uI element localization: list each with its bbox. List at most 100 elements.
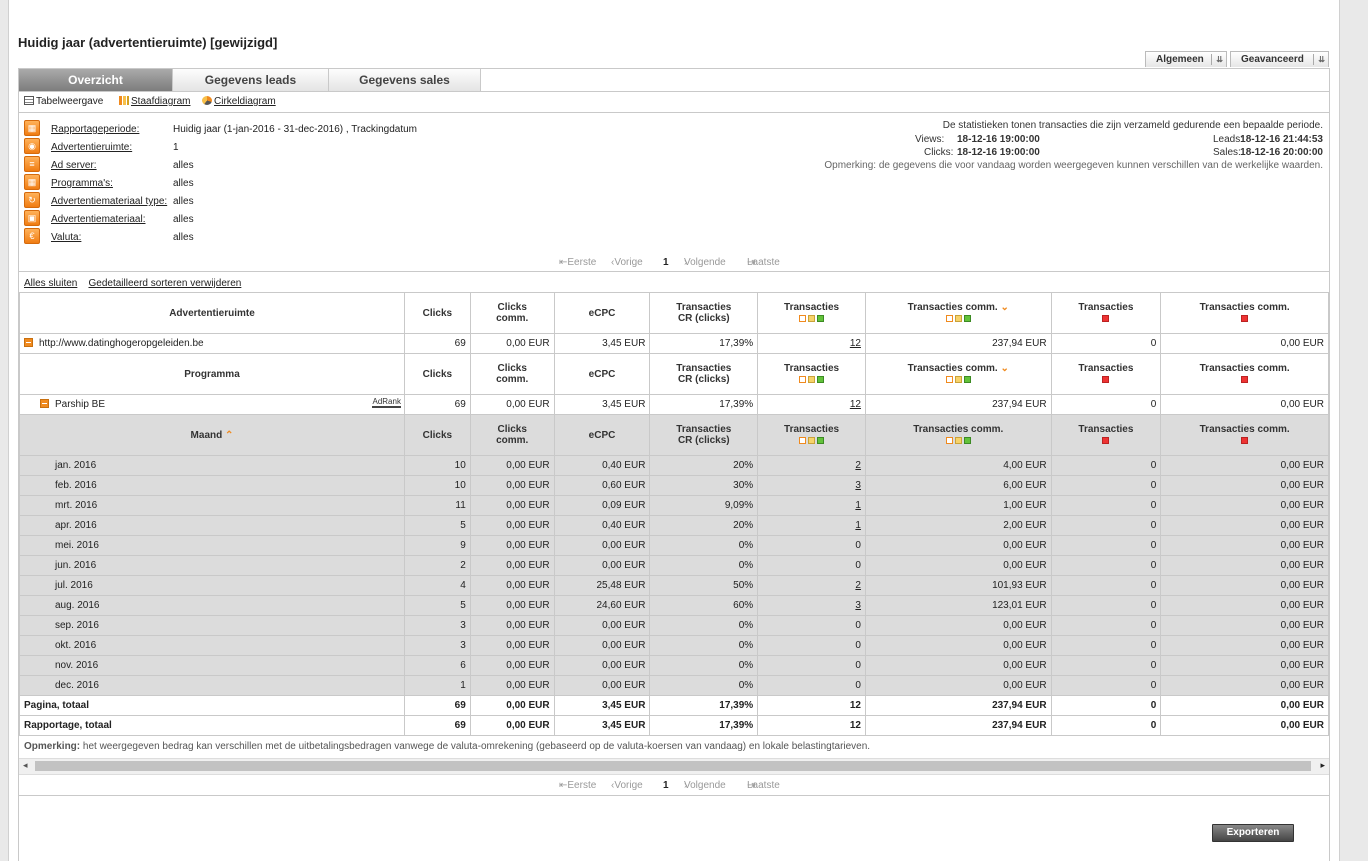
- col-clicks[interactable]: Clicks: [403, 414, 471, 456]
- pie-chart-link[interactable]: Cirkeldiagram: [202, 96, 276, 107]
- bar-chart-link[interactable]: Staafdiagram: [119, 96, 190, 107]
- col-adspace[interactable]: Advertentieruimte: [19, 292, 405, 334]
- export-button[interactable]: Exporteren: [1212, 824, 1294, 842]
- transactions-link[interactable]: 1: [855, 520, 861, 531]
- first-page-link[interactable]: ⇤ Eerste: [559, 257, 596, 268]
- tab-leads[interactable]: Gegevens leads: [173, 69, 329, 91]
- filter-label[interactable]: Rapportageperiode:: [51, 124, 139, 135]
- prev-page-link[interactable]: ‹ Vorige: [611, 257, 643, 268]
- collapse-icon[interactable]: [40, 399, 49, 408]
- filter-label[interactable]: Valuta:: [51, 232, 81, 243]
- approved-status-icon: [817, 375, 825, 383]
- col-trans-comm[interactable]: Transacties comm.: [864, 414, 1052, 456]
- cell: 0: [1050, 535, 1162, 556]
- col-clicks-comm[interactable]: Clicks comm.: [469, 414, 555, 456]
- col-clicks-comm[interactable]: Clicks comm.: [469, 353, 555, 395]
- col-trans[interactable]: Transacties: [757, 353, 866, 395]
- cell: sep. 2016: [19, 615, 405, 636]
- col-month[interactable]: Maand ⌃: [19, 414, 405, 456]
- transactions-link[interactable]: 12: [850, 338, 861, 349]
- col-trans-comm-rejected[interactable]: Transacties comm.: [1160, 292, 1329, 334]
- horizontal-scrollbar[interactable]: ◂ ▸: [19, 758, 1329, 775]
- scroll-right-icon[interactable]: ▸: [1320, 760, 1325, 771]
- col-clicks[interactable]: Clicks: [403, 353, 471, 395]
- remark: Opmerking: het weergegeven bedrag kan ve…: [24, 741, 871, 752]
- table-icon: [24, 96, 34, 105]
- cell: 30%: [649, 475, 759, 496]
- month-row: sep. 2016 3 0,00 EUR 0,00 EUR 0% 0 0,00 EUR 0 0,…: [19, 615, 1329, 636]
- cell: 0,00 EUR: [553, 535, 651, 556]
- cell: 12: [757, 715, 866, 736]
- col-ecpc[interactable]: eCPC: [553, 292, 651, 334]
- cell: 69: [403, 695, 471, 716]
- cell: 2: [757, 455, 866, 476]
- advanced-button[interactable]: Geavanceerd ⇊: [1230, 51, 1329, 67]
- filter-label[interactable]: Advertentieruimte:: [51, 142, 132, 153]
- cell: 1,00 EUR: [864, 495, 1052, 516]
- general-button[interactable]: Algemeen ⇊: [1145, 51, 1227, 67]
- filter-value: alles: [173, 196, 194, 207]
- approved-status-icon: [963, 375, 971, 383]
- cell: 0,00 EUR: [864, 555, 1052, 576]
- filter-label[interactable]: Advertentiemateriaal type:: [51, 196, 167, 207]
- first-page-link[interactable]: ⇤ Eerste: [559, 780, 596, 791]
- filter-value: alles: [173, 178, 194, 189]
- col-trans[interactable]: Transacties: [757, 292, 866, 334]
- col-trans-rejected[interactable]: Transacties: [1050, 414, 1162, 456]
- transactions-link[interactable]: 3: [855, 600, 861, 611]
- last-page-link[interactable]: Laatste ⇥: [747, 257, 780, 268]
- col-trans-comm-rejected[interactable]: Transacties comm.: [1160, 414, 1329, 456]
- col-ecpc[interactable]: eCPC: [553, 414, 651, 456]
- col-cr[interactable]: Transacties CR (clicks): [649, 353, 759, 395]
- scrollbar-thumb[interactable]: [35, 761, 1311, 771]
- transactions-link[interactable]: 1: [855, 500, 861, 511]
- collapse-icon[interactable]: [24, 338, 33, 347]
- next-page-link[interactable]: Volgende ›: [684, 780, 726, 791]
- tab-sales[interactable]: Gegevens sales: [329, 69, 481, 91]
- col-cr[interactable]: Transacties CR (clicks): [649, 292, 759, 334]
- col-trans-rejected[interactable]: Transacties: [1050, 292, 1162, 334]
- transactions-link[interactable]: 3: [855, 480, 861, 491]
- next-page-link[interactable]: Volgende ›: [684, 257, 726, 268]
- cell: 17,39%: [649, 333, 759, 354]
- rejected-status-icon: [1102, 375, 1110, 383]
- col-trans-comm-rejected[interactable]: Transacties comm.: [1160, 353, 1329, 395]
- cell: okt. 2016: [19, 635, 405, 656]
- cell: 0,40 EUR: [553, 515, 651, 536]
- adspace-name: http://www.datinghogeropgeleiden.be: [39, 338, 204, 349]
- transactions-link[interactable]: 2: [855, 580, 861, 591]
- table-view-option[interactable]: Tabelweergave: [24, 96, 103, 107]
- cell: 2: [757, 575, 866, 596]
- approved-status-icon: [963, 436, 971, 444]
- tab-overview[interactable]: Overzicht: [19, 69, 173, 91]
- adrank-badge[interactable]: AdRank: [372, 397, 401, 408]
- filter-label[interactable]: Programma's:: [51, 178, 113, 189]
- image-icon: ▣: [24, 210, 40, 226]
- cell: 0,00 EUR: [1160, 515, 1329, 536]
- prev-page-link[interactable]: ‹ Vorige: [611, 780, 643, 791]
- cell: 20%: [649, 515, 759, 536]
- last-page-link[interactable]: Laatste ⇥: [747, 780, 780, 791]
- col-program[interactable]: Programma: [19, 353, 405, 395]
- filter-label[interactable]: Advertentiemateriaal:: [51, 214, 146, 225]
- approved-status-icon: [963, 314, 971, 322]
- transactions-link[interactable]: 12: [850, 399, 861, 410]
- close-all-link[interactable]: Alles sluiten: [24, 278, 77, 289]
- col-trans-comm[interactable]: Transacties comm. ⌄: [864, 353, 1052, 395]
- col-trans-comm[interactable]: Transacties comm. ⌄: [864, 292, 1052, 334]
- cell: 50%: [649, 575, 759, 596]
- cell: 4,00 EUR: [864, 455, 1052, 476]
- cell: 3: [757, 595, 866, 616]
- scroll-left-icon[interactable]: ◂: [23, 760, 28, 771]
- pie-chart-icon: [202, 96, 212, 105]
- cell: 0,00 EUR: [1160, 635, 1329, 656]
- col-clicks[interactable]: Clicks: [403, 292, 471, 334]
- col-trans[interactable]: Transacties: [757, 414, 866, 456]
- col-ecpc[interactable]: eCPC: [553, 353, 651, 395]
- transactions-link[interactable]: 2: [855, 460, 861, 471]
- col-trans-rejected[interactable]: Transacties: [1050, 353, 1162, 395]
- remove-sort-link[interactable]: Gedetailleerd sorteren verwijderen: [88, 278, 241, 289]
- col-cr[interactable]: Transacties CR (clicks): [649, 414, 759, 456]
- filter-label[interactable]: Ad server:: [51, 160, 97, 171]
- col-clicks-comm[interactable]: Clicks comm.: [469, 292, 555, 334]
